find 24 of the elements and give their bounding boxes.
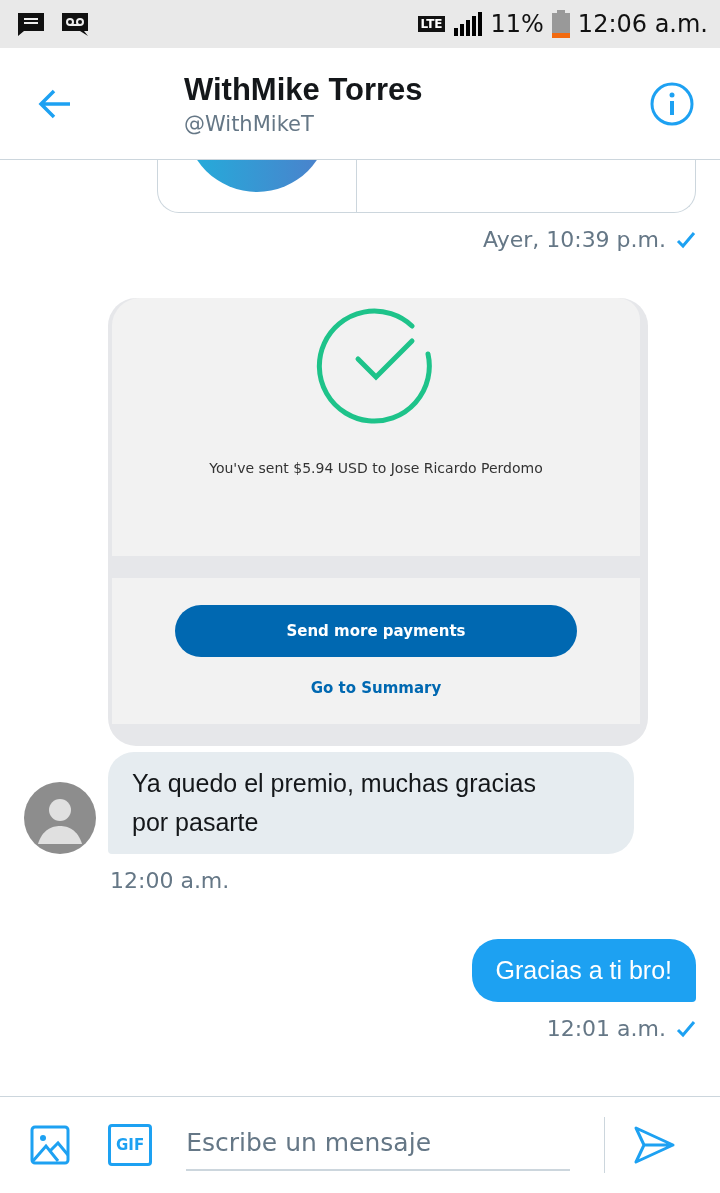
avatar[interactable]	[24, 782, 96, 854]
clock: 12:06 a.m.	[577, 10, 708, 38]
message-time: 12:01 a.m.	[546, 1016, 666, 1041]
network-type: LTE	[418, 16, 445, 32]
signal-icon	[452, 12, 483, 36]
battery-percent: 11%	[490, 10, 544, 38]
message-notification-icon	[16, 11, 46, 37]
link-preview-card[interactable]	[157, 160, 696, 213]
summary-link[interactable]: Go to Summary	[310, 679, 442, 697]
payment-confirmation: You've sent $5.94 USD to Jose Ricardo Perdomo	[209, 460, 543, 476]
contact-name: WithMike Torres	[184, 71, 424, 108]
send-icon[interactable]	[633, 1125, 676, 1165]
received-message: Ya quedo el premio, muchas gracias por pasarte	[108, 752, 634, 854]
message-time: Ayer, 10:39 p.m.	[483, 227, 666, 252]
back-arrow-icon[interactable]	[38, 88, 72, 119]
sent-message: Gracias a ti bro!	[471, 939, 696, 1002]
gif-button[interactable]: GIF	[108, 1124, 153, 1166]
message-time: 12:00 a.m.	[110, 868, 230, 893]
voicemail-icon	[60, 11, 90, 37]
battery-icon	[551, 10, 570, 38]
image-icon[interactable]	[30, 1125, 70, 1165]
info-icon[interactable]	[650, 81, 694, 126]
send-more-payments-button[interactable]: Send more payments	[175, 605, 577, 657]
contact-handle: @WithMikeT	[184, 111, 315, 136]
